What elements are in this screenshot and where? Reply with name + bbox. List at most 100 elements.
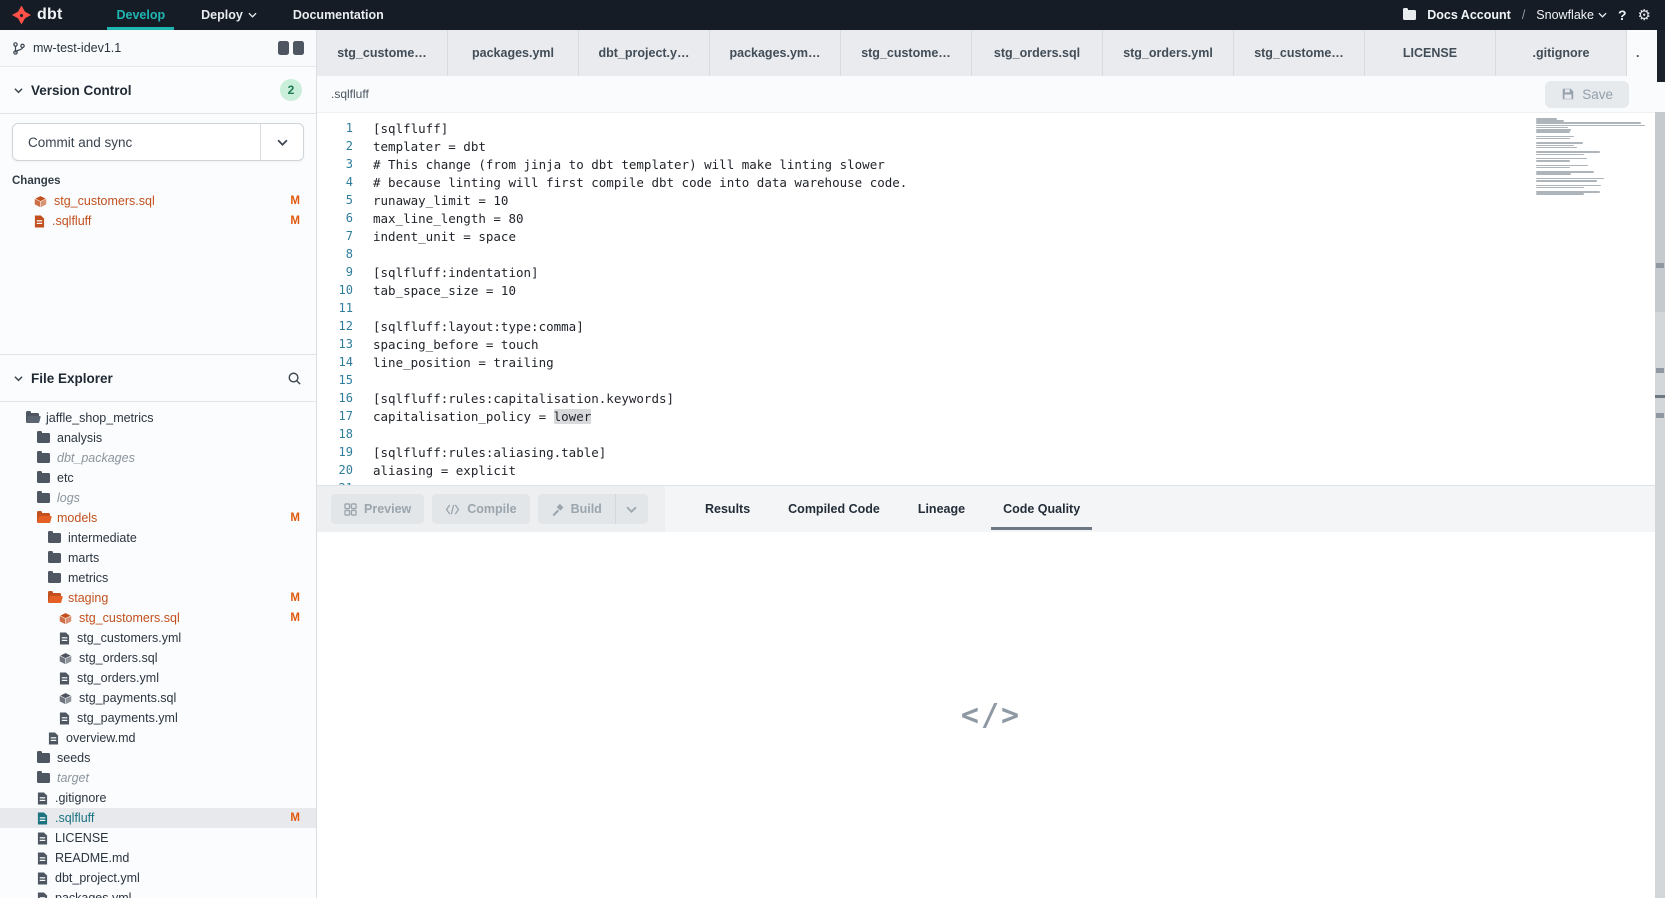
file-icon (59, 672, 70, 685)
file-tree-item-overview.md[interactable]: overview.md (0, 728, 316, 748)
help-icon[interactable]: ? (1618, 7, 1627, 23)
line-number: 10 (317, 283, 353, 297)
file-tree-item-.gitignore[interactable]: .gitignore (0, 788, 316, 808)
bottom-tab-code-quality[interactable]: Code Quality (1003, 486, 1080, 532)
file-tree-item-license[interactable]: LICENSE (0, 828, 316, 848)
dbt-logo-icon (12, 6, 31, 25)
panel-right-icon[interactable] (293, 41, 304, 55)
nav-item-deploy[interactable]: Deploy (183, 0, 275, 30)
file-tree-item-seeds[interactable]: seeds (0, 748, 316, 768)
code-line: 14line_position = trailing (317, 353, 1665, 371)
file-tree-item-stg_orders.yml[interactable]: stg_orders.yml (0, 668, 316, 688)
nav-item-label: Deploy (201, 8, 243, 22)
editor-tab[interactable]: stg_orders.yml (1103, 30, 1234, 76)
file-tree-item-readme.md[interactable]: README.md (0, 848, 316, 868)
file-tree-item-logs[interactable]: logs (0, 488, 316, 508)
file-explorer-header[interactable]: File Explorer (0, 355, 316, 402)
commit-and-sync-button[interactable]: Commit and sync (12, 123, 304, 161)
account-name[interactable]: Docs Account (1427, 8, 1511, 22)
code-icon (445, 504, 460, 515)
code-line: 21 (317, 479, 1665, 485)
connection-selector[interactable]: Snowflake (1536, 8, 1607, 22)
build-button[interactable]: Build (538, 494, 615, 524)
dbt-logo[interactable]: dbt (0, 0, 72, 30)
file-tree-item-metrics[interactable]: metrics (0, 568, 316, 588)
line-number: 1 (317, 121, 353, 135)
invocation-buttons: Preview Compile Build (317, 486, 665, 532)
file-tree-item-dbt_project.yml[interactable]: dbt_project.yml (0, 868, 316, 888)
code-line: 9[sqlfluff:indentation] (317, 263, 1665, 281)
file-tree-item-packages.yml[interactable]: packages.yml (0, 888, 316, 898)
folder-icon-shape (48, 533, 61, 543)
line-number: 8 (317, 247, 353, 261)
code-icon (445, 504, 460, 515)
minimap[interactable] (1536, 118, 1648, 198)
dbt-cloud-ide: dbt Develop Deploy Documentation Docs Acco… (0, 0, 1665, 898)
file-tree-item-target[interactable]: target (0, 768, 316, 788)
nav-item-documentation[interactable]: Documentation (275, 0, 402, 30)
editor-scrollbar[interactable] (1655, 112, 1665, 898)
file-tree-item-stg_payments.sql[interactable]: stg_payments.sql (0, 688, 316, 708)
editor-tab[interactable]: dbt_project.y… (579, 30, 710, 76)
changed-file-row[interactable]: .sqlfluffM (0, 211, 316, 231)
compile-button[interactable]: Compile (432, 494, 529, 524)
editor-tab[interactable]: stg_custome… (317, 30, 448, 76)
code-line: 3# This change (from jinja to dbt templa… (317, 155, 1665, 173)
modified-badge: M (290, 592, 300, 604)
file-tree-item-marts[interactable]: marts (0, 548, 316, 568)
file-tree-label: logs (57, 491, 80, 505)
gear-icon[interactable]: ⚙ (1638, 8, 1651, 23)
save-button[interactable]: Save (1545, 81, 1629, 108)
changed-file-row[interactable]: stg_customers.sqlM (0, 191, 316, 211)
file-tree-label: target (57, 771, 89, 785)
changed-file-name: .sqlfluff (52, 214, 91, 228)
file-tree-item-intermediate[interactable]: intermediate (0, 528, 316, 548)
editor-tab[interactable]: stg_orders.sql (972, 30, 1103, 76)
file-tree-label: jaffle_shop_metrics (46, 411, 153, 425)
nav-menus: Develop Deploy Documentation (98, 0, 401, 30)
file-tree-item-models[interactable]: modelsM (0, 508, 316, 528)
folder-icon (37, 453, 50, 463)
code-line: 8 (317, 245, 1665, 263)
file-tree-item-etc[interactable]: etc (0, 468, 316, 488)
file-search-button[interactable] (287, 371, 302, 386)
panel-left-icon[interactable] (278, 41, 289, 55)
folder-icon (26, 413, 39, 423)
bottom-tab-lineage[interactable]: Lineage (918, 486, 965, 532)
file-tree-item-jaffle_shop_metrics[interactable]: jaffle_shop_metrics (0, 408, 316, 428)
editor-tab[interactable]: .gitignore (1496, 30, 1627, 76)
file-tree-item-stg_orders.sql[interactable]: stg_orders.sql (0, 648, 316, 668)
scrollbar-thumb[interactable] (1655, 112, 1665, 312)
commit-options-button[interactable] (260, 124, 303, 160)
editor-tab[interactable]: stg_custome… (1234, 30, 1365, 76)
minimap-line (1536, 154, 1584, 156)
editor-tab[interactable]: LICENSE (1365, 30, 1496, 76)
bottom-tab-compiled-code[interactable]: Compiled Code (788, 486, 880, 532)
account-folder-icon (1403, 10, 1416, 20)
bottom-tab-results[interactable]: Results (705, 486, 750, 532)
file-tree-item-stg_customers.sql[interactable]: stg_customers.sqlM (0, 608, 316, 628)
code-line: 4# because linting will first compile db… (317, 173, 1665, 191)
branch-name[interactable]: mw-test-idev1.1 (33, 41, 121, 55)
minimap-line (1536, 145, 1574, 147)
code-editor[interactable]: 1[sqlfluff]2templater = dbt3# This chang… (317, 113, 1665, 485)
editor-tab[interactable]: packages.yml (448, 30, 579, 76)
line-number: 16 (317, 391, 353, 405)
file-tree-item-.sqlfluff[interactable]: .sqlfluffM (0, 808, 316, 828)
build-options-button[interactable] (615, 494, 648, 524)
code-line: 16[sqlfluff:rules:capitalisation.keyword… (317, 389, 1665, 407)
changes-list: stg_customers.sqlM.sqlfluffM (0, 191, 316, 231)
nav-item-develop[interactable]: Develop (98, 0, 183, 30)
file-tree-item-stg_payments.yml[interactable]: stg_payments.yml (0, 708, 316, 728)
preview-button[interactable]: Preview (331, 494, 424, 524)
file-tree-item-stg_customers.yml[interactable]: stg_customers.yml (0, 628, 316, 648)
modified-badge: M (290, 195, 300, 207)
minimap-line (1536, 138, 1570, 140)
file-icon (34, 215, 45, 228)
version-control-header[interactable]: Version Control 2 (0, 67, 316, 114)
editor-tab[interactable]: packages.ym… (710, 30, 841, 76)
file-tree-item-analysis[interactable]: analysis (0, 428, 316, 448)
file-tree-item-staging[interactable]: stagingM (0, 588, 316, 608)
file-tree-item-dbt_packages[interactable]: dbt_packages (0, 448, 316, 468)
editor-tab[interactable]: stg_custome… (841, 30, 972, 76)
